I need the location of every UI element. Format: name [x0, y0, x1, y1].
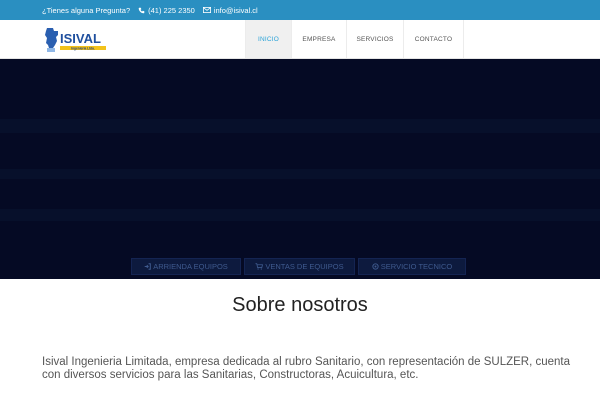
- about-description: Isival Ingenieria Limitada, empresa dedi…: [42, 356, 571, 381]
- envelope-icon: [202, 7, 211, 13]
- top-bar: ¿Tienes alguna Pregunta? (41) 225 2350 i…: [0, 0, 600, 20]
- phone-contact[interactable]: (41) 225 2350: [138, 6, 195, 15]
- nav-item-servicios[interactable]: SERVICIOS: [346, 20, 403, 58]
- rent-equipment-button[interactable]: ARRIENDA EQUIPOS: [131, 258, 241, 275]
- hero-band: [0, 209, 600, 221]
- settings-icon: [372, 263, 379, 270]
- hero-band: [0, 169, 600, 179]
- technical-service-button[interactable]: SERVICIO TECNICO: [358, 258, 466, 275]
- logo-mark: ISIVAL Ingeniería Ltda.: [45, 28, 106, 52]
- hero-band: [0, 119, 600, 133]
- phone-number: (41) 225 2350: [148, 5, 195, 15]
- question-text: ¿Tienes alguna Pregunta?: [42, 5, 131, 15]
- nav-item-empresa[interactable]: EMPRESA: [291, 20, 346, 58]
- main-navbar: ISIVAL Ingeniería Ltda. INICIO EMPRESA S…: [0, 20, 600, 59]
- nav-item-inicio[interactable]: INICIO: [245, 20, 291, 58]
- logo-name: ISIVAL: [60, 31, 101, 46]
- technical-service-label: SERVICIO TECNICO: [380, 262, 453, 271]
- hero-banner: ARRIENDA EQUIPOS VENTAS DE EQUIPOS SERVI…: [0, 59, 600, 279]
- phone-icon: [138, 7, 145, 13]
- about-title: Sobre nosotros: [232, 294, 368, 316]
- logo-subtitle: Ingeniería Ltda.: [71, 46, 95, 50]
- equipment-sales-button[interactable]: VENTAS DE EQUIPOS: [244, 258, 355, 275]
- nav-item-contacto[interactable]: CONTACTO: [403, 20, 464, 58]
- sign-in-icon: [144, 263, 151, 270]
- isival-logo[interactable]: ISIVAL Ingeniería Ltda.: [44, 26, 110, 54]
- email-contact[interactable]: info@isival.cl: [202, 5, 258, 15]
- equipment-sales-label: VENTAS DE EQUIPOS: [265, 262, 344, 271]
- main-menu: INICIO EMPRESA SERVICIOS CONTACTO: [245, 20, 464, 58]
- rent-equipment-label: ARRIENDA EQUIPOS: [153, 262, 228, 271]
- cart-icon: [255, 263, 264, 270]
- email-address: info@isival.cl: [213, 5, 258, 15]
